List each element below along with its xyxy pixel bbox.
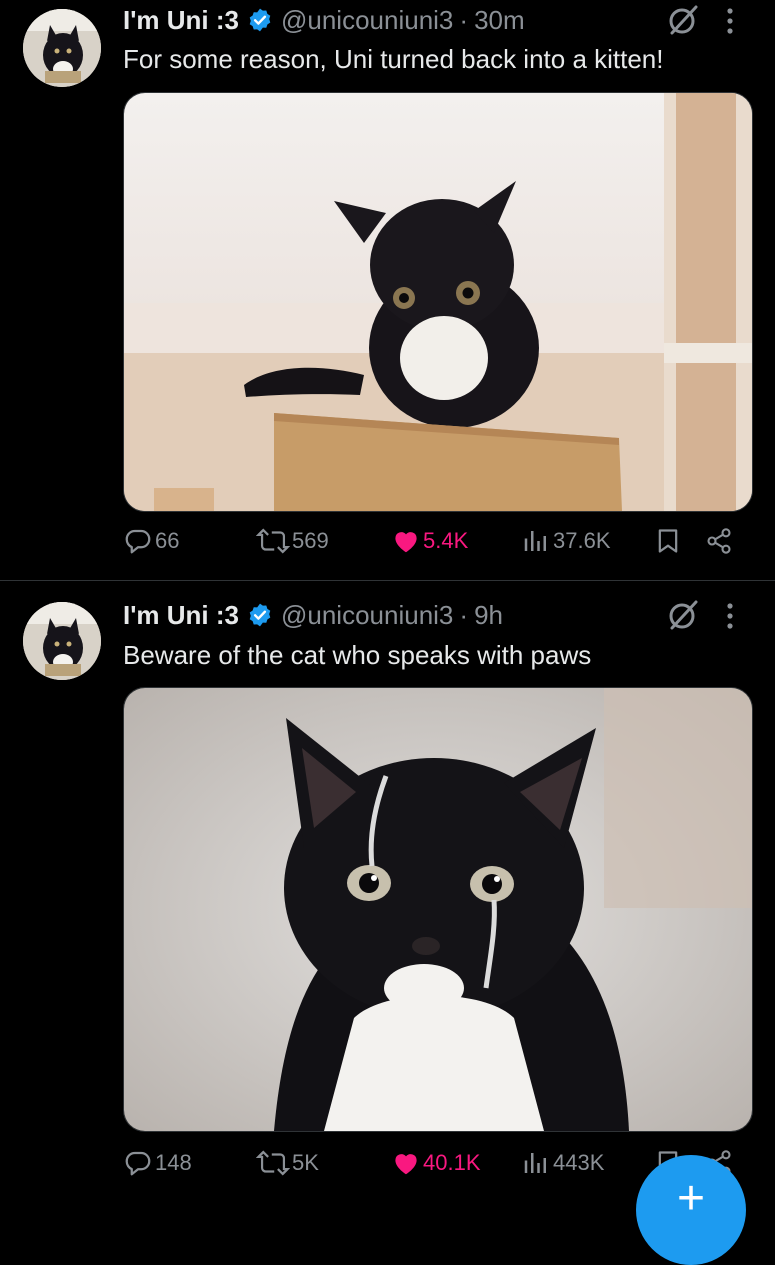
like-button[interactable]: 40.1K — [391, 1148, 481, 1178]
retweet-button[interactable]: 5K — [256, 1148, 319, 1178]
like-button[interactable]: 5.4K — [391, 526, 468, 556]
avatar[interactable] — [23, 9, 101, 87]
share-button[interactable] — [705, 526, 735, 556]
timestamp[interactable]: 9h — [474, 600, 503, 631]
bookmark-button[interactable] — [654, 526, 684, 556]
reply-count: 148 — [155, 1150, 192, 1175]
author-handle[interactable]: @unicouniuni3 — [281, 600, 453, 631]
reply-icon — [125, 529, 151, 554]
tweet-image[interactable] — [123, 92, 753, 512]
bookmark-icon — [658, 529, 678, 553]
tweet[interactable]: I'm Uni :3 @unicouniuni3 · 30m For some … — [0, 0, 775, 580]
retweet-count: 569 — [292, 528, 329, 553]
tweet-header: I'm Uni :3 @unicouniuni3 · 30m — [123, 0, 755, 40]
tweet-image[interactable] — [123, 687, 753, 1132]
compose-icon: + — [676, 1172, 706, 1225]
heart-icon — [395, 532, 417, 553]
views-button[interactable]: 37.6K — [521, 526, 611, 556]
author-name[interactable]: I'm Uni :3 — [123, 5, 239, 36]
avatar[interactable] — [23, 602, 101, 680]
more-icon[interactable] — [725, 6, 735, 41]
retweet-icon — [256, 1150, 290, 1176]
reply-button[interactable]: 66 — [123, 526, 179, 556]
tweet-divider — [0, 580, 775, 581]
grok-icon[interactable] — [666, 3, 700, 42]
views-icon — [524, 1153, 546, 1173]
like-count: 5.4K — [423, 528, 469, 553]
compose-button[interactable]: + — [636, 1155, 746, 1265]
retweet-count: 5K — [292, 1150, 319, 1175]
views-count: 37.6K — [553, 528, 611, 553]
grok-icon[interactable] — [666, 598, 700, 637]
author-name[interactable]: I'm Uni :3 — [123, 600, 239, 631]
tweet-text: Beware of the cat who speaks with paws — [123, 640, 592, 670]
separator-dot: · — [459, 4, 469, 35]
tweet-header: I'm Uni :3 @unicouniuni3 · 9h — [123, 595, 755, 635]
views-count: 443K — [553, 1150, 605, 1175]
verified-badge-icon — [247, 7, 273, 33]
verified-badge-icon — [247, 602, 273, 628]
separator-dot: · — [459, 599, 469, 630]
reply-button[interactable]: 148 — [123, 1148, 192, 1178]
heart-icon — [395, 1154, 417, 1175]
tweet[interactable]: I'm Uni :3 @unicouniuni3 · 9h Beware of … — [0, 582, 775, 1200]
like-count: 40.1K — [423, 1150, 481, 1175]
reply-icon — [125, 1151, 151, 1176]
views-icon — [524, 531, 546, 551]
timestamp[interactable]: 30m — [474, 5, 525, 36]
tweet-text: For some reason, Uni turned back into a … — [123, 44, 664, 74]
retweet-icon — [256, 528, 290, 554]
retweet-button[interactable]: 569 — [256, 526, 329, 556]
tweet-actions: 66 569 5.4K 37.6K — [123, 526, 755, 566]
author-handle[interactable]: @unicouniuni3 — [281, 5, 453, 36]
views-button[interactable]: 443K — [521, 1148, 604, 1178]
share-icon — [707, 528, 731, 554]
more-icon[interactable] — [725, 601, 735, 636]
reply-count: 66 — [155, 528, 180, 553]
